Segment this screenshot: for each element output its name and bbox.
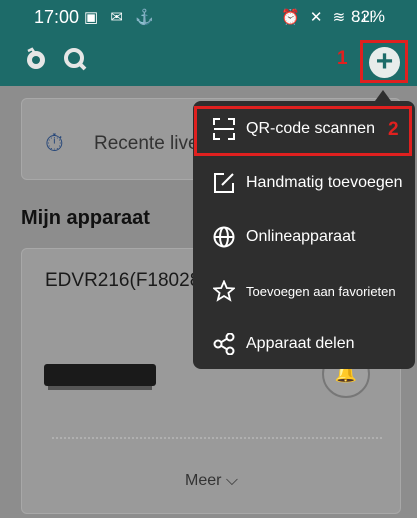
menu-item-label: Onlineapparaat	[246, 228, 356, 245]
menu-item-favorites[interactable]: Toevoegen aan favorieten	[193, 265, 415, 319]
menu-item-online-device[interactable]: Onlineapparaat	[193, 211, 415, 265]
dvr-device-image	[44, 364, 156, 390]
section-title: Mijn apparaat	[21, 207, 150, 229]
timer-icon: ⏱	[45, 130, 64, 157]
menu-item-manual-add[interactable]: Handmatig toevoegen	[193, 157, 415, 211]
divider	[52, 437, 382, 439]
highlight-box-step-1	[360, 40, 408, 83]
app-toolbar	[0, 34, 417, 86]
record-icon[interactable]	[23, 46, 49, 72]
more-button[interactable]: Meer ⌵	[185, 472, 238, 490]
globe-icon	[213, 226, 235, 248]
menu-item-label: Handmatig toevoegen	[246, 174, 403, 191]
share-icon	[213, 333, 235, 355]
step-2-label: 2	[388, 119, 399, 140]
menu-item-label: Apparaat delen	[246, 335, 355, 352]
menu-pointer	[375, 90, 391, 101]
menu-item-label: Toevoegen aan favorieten	[246, 284, 396, 299]
star-icon	[213, 280, 235, 302]
status-bar: 17:00 ▣ ✉ ⚓ ⏰ ✕ ≋ .ıl 82%	[0, 0, 417, 34]
menu-item-share-device[interactable]: Apparaat delen	[193, 318, 415, 372]
edit-icon	[214, 173, 234, 193]
step-1-label: 1	[337, 48, 348, 69]
battery-level: 82%	[351, 7, 386, 26]
highlight-box-step-2	[194, 106, 412, 156]
status-time: 17:00	[34, 7, 80, 27]
search-icon[interactable]	[62, 46, 88, 72]
notification-icons: ▣ ✉ ⚓	[84, 9, 158, 26]
